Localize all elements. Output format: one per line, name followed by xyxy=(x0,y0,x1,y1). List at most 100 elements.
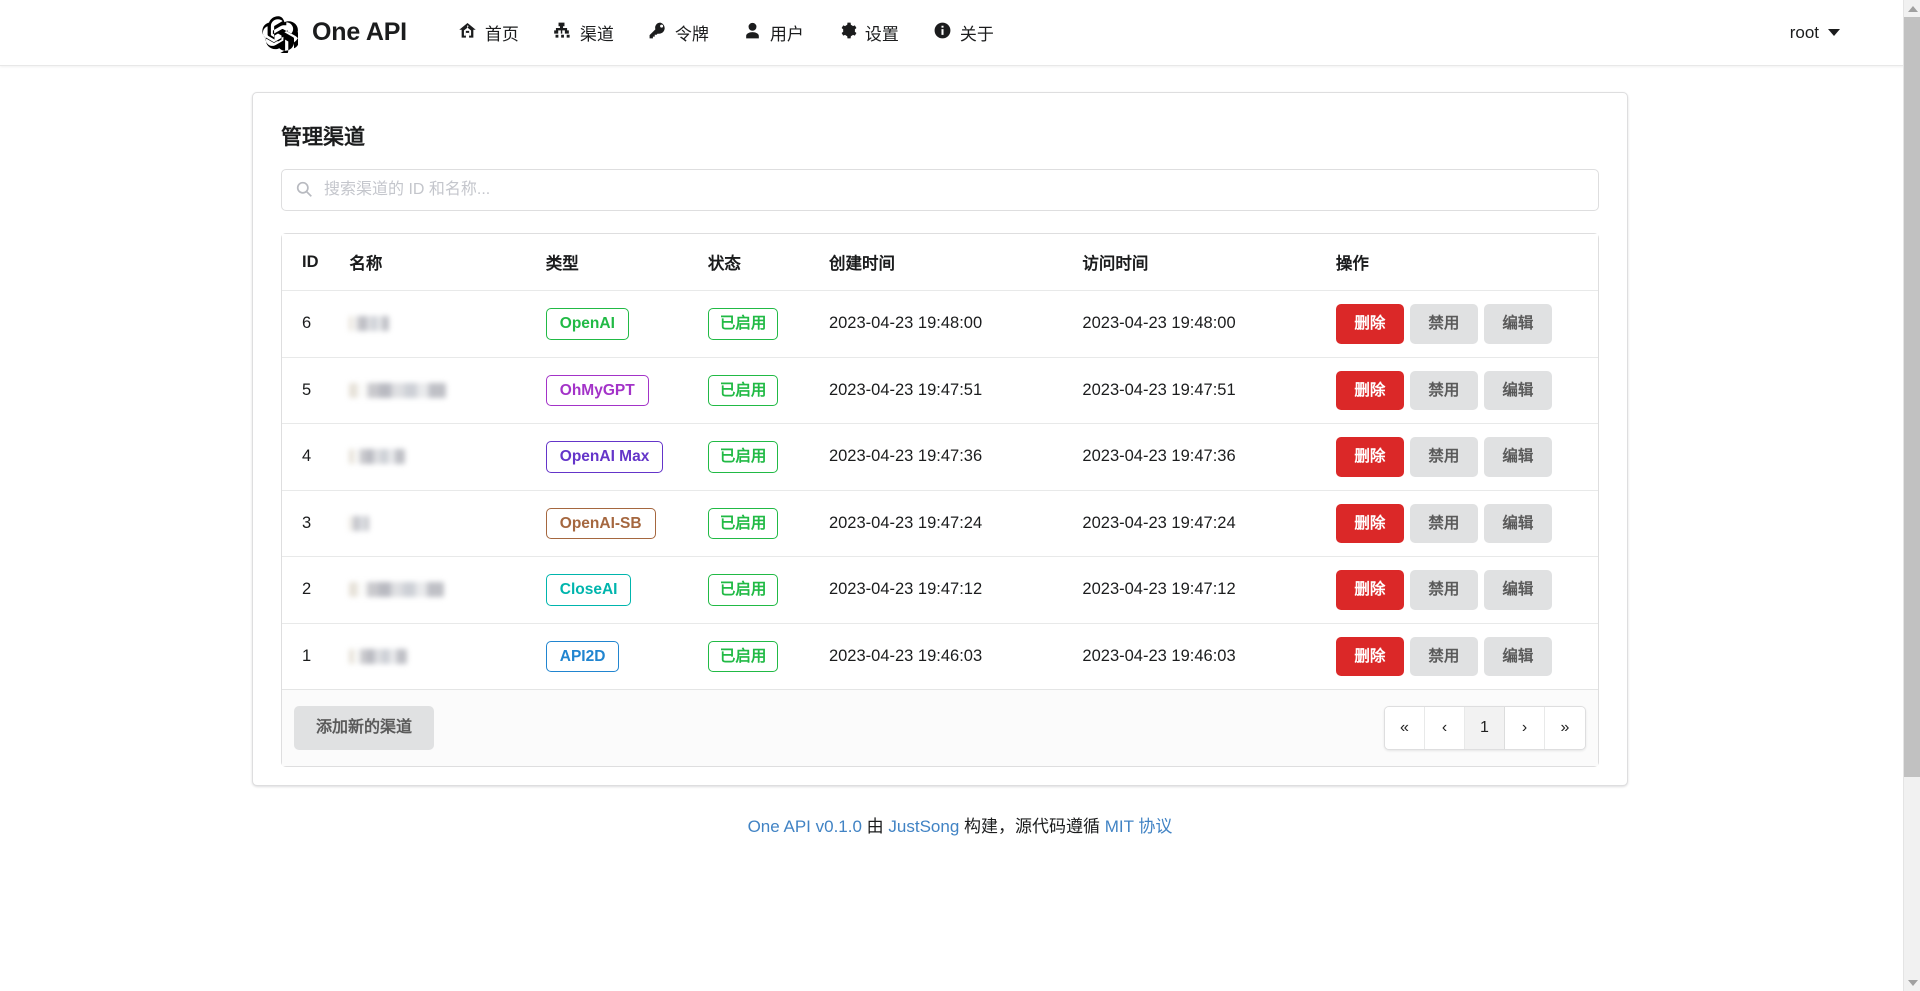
delete-button[interactable]: 删除 xyxy=(1336,570,1404,610)
cell-id: 4 xyxy=(282,423,337,490)
cell-actions: 删除禁用编辑 xyxy=(1324,291,1598,357)
page-footer: One API v0.1.0 由 JustSong 构建，源代码遵循 MIT 协… xyxy=(0,812,1920,837)
footer-license-link[interactable]: MIT 协议 xyxy=(1105,817,1173,836)
col-header-accessed[interactable]: 访问时间 xyxy=(1070,234,1323,291)
channel-type-badge[interactable]: OhMyGPT xyxy=(546,375,649,407)
cell-created-time: 2023-04-23 19:47:12 xyxy=(817,556,1070,623)
cell-id: 5 xyxy=(282,357,337,424)
nav-item-channel[interactable]: 渠道 xyxy=(536,10,631,55)
gear-icon xyxy=(838,21,857,45)
nav-item-home[interactable]: 首页 xyxy=(441,10,536,55)
channel-panel: 管理渠道 ID 名称 类型 状态 创建时间 访问时间 操作 6 OpenAI 已启用… xyxy=(252,92,1628,786)
footer-version-link[interactable]: One API v0.1.0 xyxy=(748,817,862,836)
pagination: «‹1›» xyxy=(1384,706,1586,750)
cell-id: 2 xyxy=(282,556,337,623)
scrollbar-thumb[interactable] xyxy=(1904,17,1920,777)
disable-button[interactable]: 禁用 xyxy=(1410,437,1478,477)
col-header-actions: 操作 xyxy=(1324,234,1598,291)
table-row: 1API2D已启用2023-04-23 19:46:032023-04-23 1… xyxy=(282,623,1598,690)
delete-button[interactable]: 删除 xyxy=(1336,371,1404,411)
cell-accessed-time: 2023-04-23 19:48:00 xyxy=(1070,291,1323,357)
nav-links: 首页 渠道 令牌 用户 设置 xyxy=(441,10,1011,55)
channel-type-badge[interactable]: API2D xyxy=(546,641,620,673)
col-header-type[interactable]: 类型 xyxy=(534,234,696,291)
top-navbar: One API 首页 渠道 令牌 用户 xyxy=(0,0,1920,66)
cell-type: CloseAI xyxy=(534,556,696,623)
nav-item-user[interactable]: 用户 xyxy=(726,10,821,55)
vertical-scrollbar[interactable] xyxy=(1903,0,1920,991)
cell-status: 已启用 xyxy=(696,556,817,623)
table-row: 6OpenAI已启用2023-04-23 19:48:002023-04-23 … xyxy=(282,291,1598,357)
cell-actions: 删除禁用编辑 xyxy=(1324,490,1598,557)
channel-type-badge[interactable]: CloseAI xyxy=(546,574,632,606)
col-header-created[interactable]: 创建时间 xyxy=(817,234,1070,291)
delete-button[interactable]: 删除 xyxy=(1336,637,1404,677)
key-icon xyxy=(648,21,667,45)
cell-status: 已启用 xyxy=(696,357,817,424)
edit-button[interactable]: 编辑 xyxy=(1484,304,1552,344)
redacted-channel-name xyxy=(349,516,369,531)
home-icon xyxy=(458,21,477,45)
col-header-status[interactable]: 状态 xyxy=(696,234,817,291)
cell-type: OhMyGPT xyxy=(534,357,696,424)
pagination-next[interactable]: › xyxy=(1505,707,1545,749)
col-header-name[interactable]: 名称 xyxy=(337,234,533,291)
edit-button[interactable]: 编辑 xyxy=(1484,371,1552,411)
cell-actions: 删除禁用编辑 xyxy=(1324,556,1598,623)
edit-button[interactable]: 编辑 xyxy=(1484,570,1552,610)
nav-item-settings-label: 设置 xyxy=(865,20,899,45)
chevron-down-icon xyxy=(1828,29,1840,36)
status-badge[interactable]: 已启用 xyxy=(708,375,779,407)
cell-name xyxy=(337,623,533,690)
status-badge[interactable]: 已启用 xyxy=(708,308,779,340)
channel-type-badge[interactable]: OpenAI Max xyxy=(546,441,664,473)
status-badge[interactable]: 已启用 xyxy=(708,441,779,473)
pagination-page-1[interactable]: 1 xyxy=(1465,707,1505,749)
channel-type-badge[interactable]: OpenAI-SB xyxy=(546,508,656,540)
delete-button[interactable]: 删除 xyxy=(1336,504,1404,544)
table-row: 5OhMyGPT已启用2023-04-23 19:47:512023-04-23… xyxy=(282,357,1598,424)
disable-button[interactable]: 禁用 xyxy=(1410,570,1478,610)
edit-button[interactable]: 编辑 xyxy=(1484,437,1552,477)
nav-item-about[interactable]: 关于 xyxy=(916,10,1011,55)
disable-button[interactable]: 禁用 xyxy=(1410,504,1478,544)
edit-button[interactable]: 编辑 xyxy=(1484,637,1552,677)
status-badge[interactable]: 已启用 xyxy=(708,574,779,606)
brand[interactable]: One API xyxy=(258,13,407,53)
nav-item-token-label: 令牌 xyxy=(675,20,709,45)
channel-type-badge[interactable]: OpenAI xyxy=(546,308,629,340)
table-foot: 添加新的渠道 «‹1›» xyxy=(282,689,1598,766)
scrollbar-down-arrow[interactable] xyxy=(1904,974,1920,991)
nav-item-token[interactable]: 令牌 xyxy=(631,10,726,55)
status-badge[interactable]: 已启用 xyxy=(708,641,779,673)
cell-status: 已启用 xyxy=(696,490,817,557)
pagination-first[interactable]: « xyxy=(1385,707,1425,749)
col-header-id[interactable]: ID xyxy=(282,234,337,291)
cell-type: API2D xyxy=(534,623,696,690)
nav-item-home-label: 首页 xyxy=(485,20,519,45)
disable-button[interactable]: 禁用 xyxy=(1410,371,1478,411)
redacted-channel-name xyxy=(349,383,446,398)
footer-author-link[interactable]: JustSong xyxy=(888,817,959,836)
cell-id: 6 xyxy=(282,291,337,357)
search-container xyxy=(281,169,1599,211)
delete-button[interactable]: 删除 xyxy=(1336,304,1404,344)
nav-item-settings[interactable]: 设置 xyxy=(821,10,916,55)
cell-actions: 删除禁用编辑 xyxy=(1324,623,1598,690)
status-badge[interactable]: 已启用 xyxy=(708,508,779,540)
pagination-prev[interactable]: ‹ xyxy=(1425,707,1465,749)
pagination-last[interactable]: » xyxy=(1545,707,1585,749)
cell-id: 3 xyxy=(282,490,337,557)
cell-status: 已启用 xyxy=(696,623,817,690)
disable-button[interactable]: 禁用 xyxy=(1410,637,1478,677)
disable-button[interactable]: 禁用 xyxy=(1410,304,1478,344)
search-icon xyxy=(296,181,313,198)
scrollbar-up-arrow[interactable] xyxy=(1904,0,1920,17)
delete-button[interactable]: 删除 xyxy=(1336,437,1404,477)
user-menu[interactable]: root xyxy=(1790,23,1880,43)
cell-name xyxy=(337,490,533,557)
edit-button[interactable]: 编辑 xyxy=(1484,504,1552,544)
search-input[interactable] xyxy=(281,169,1599,211)
add-channel-button[interactable]: 添加新的渠道 xyxy=(294,706,434,750)
page-title: 管理渠道 xyxy=(281,121,1609,151)
